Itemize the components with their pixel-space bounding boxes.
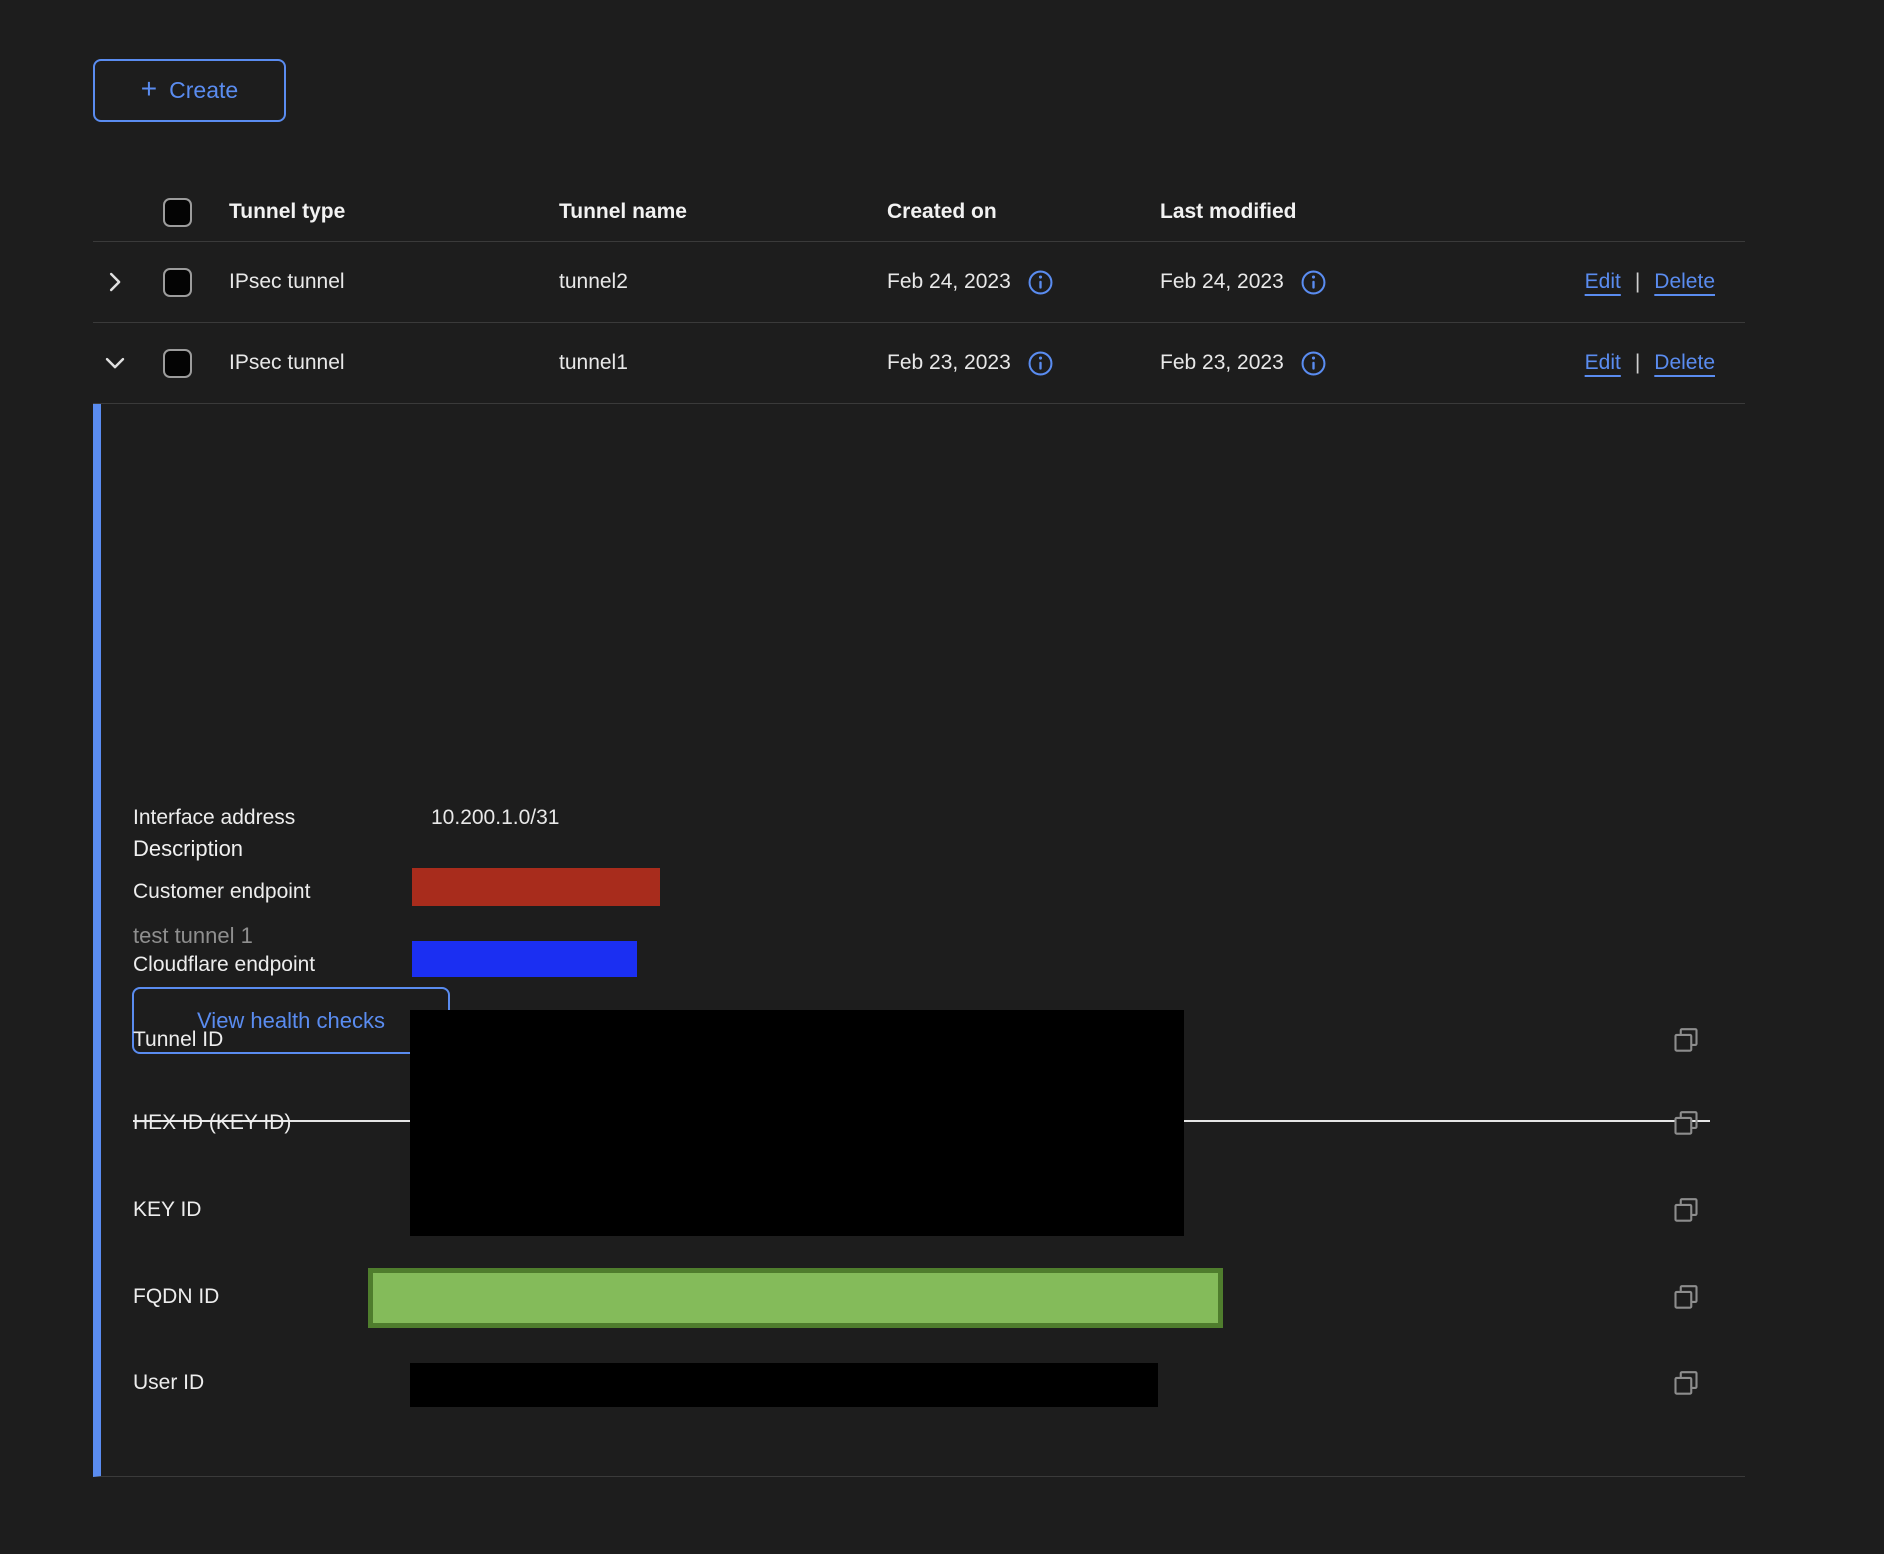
create-button[interactable]: + Create	[93, 59, 286, 122]
interface-address-label: Interface address	[133, 804, 295, 831]
info-icon[interactable]	[1028, 351, 1053, 376]
tunnel-id-label: Tunnel ID	[133, 1026, 223, 1053]
user-id-redacted-value	[410, 1363, 1158, 1407]
last-modified-date: Feb 23, 2023	[1160, 351, 1284, 375]
tunnel-detail-panel: Description test tunnel 1 View health ch…	[93, 404, 1745, 1477]
tunnel-name-cell: tunnel1	[559, 351, 887, 375]
cloudflare-endpoint-label: Cloudflare endpoint	[133, 951, 315, 978]
copy-icon	[1671, 1282, 1701, 1312]
info-icon[interactable]	[1028, 270, 1053, 295]
table-row-tunnel1: IPsec tunnel tunnel1 Feb 23, 2023 Feb 23…	[93, 323, 1745, 404]
edit-link[interactable]: Edit	[1585, 351, 1621, 375]
row-checkbox[interactable]	[163, 349, 192, 378]
header-checkbox-cell	[141, 198, 229, 227]
copy-icon	[1671, 1368, 1701, 1398]
create-button-label: Create	[169, 77, 238, 104]
copy-key-id-button[interactable]	[1669, 1193, 1703, 1227]
tunnel-name-cell: tunnel2	[559, 270, 887, 294]
copy-user-id-button[interactable]	[1669, 1366, 1703, 1400]
ipsec-tunnels-page: + Create Tunnel type Tunnel name Created…	[0, 0, 1884, 1554]
copy-icon	[1671, 1195, 1701, 1225]
hex-id-label: HEX ID (KEY ID)	[133, 1109, 291, 1136]
ids-redacted-value	[410, 1010, 1184, 1236]
info-icon[interactable]	[1301, 351, 1326, 376]
created-on-date: Feb 24, 2023	[887, 270, 1011, 294]
customer-endpoint-redacted-value	[412, 868, 660, 906]
tunnels-table: Tunnel type Tunnel name Created on Last …	[93, 183, 1745, 1477]
select-all-checkbox[interactable]	[163, 198, 192, 227]
copy-fqdn-id-button[interactable]	[1669, 1280, 1703, 1314]
user-id-label: User ID	[133, 1369, 204, 1396]
key-id-label: KEY ID	[133, 1196, 201, 1223]
header-tunnel-type: Tunnel type	[229, 200, 559, 224]
interface-address-value: 10.200.1.0/31	[431, 804, 559, 831]
tunnel-type-cell: IPsec tunnel	[229, 270, 559, 294]
created-on-date: Feb 23, 2023	[887, 351, 1011, 375]
delete-link[interactable]: Delete	[1654, 351, 1715, 375]
header-last-modified: Last modified	[1160, 200, 1460, 224]
copy-hex-id-button[interactable]	[1669, 1106, 1703, 1140]
fqdn-id-label: FQDN ID	[133, 1283, 219, 1310]
fqdn-id-redacted-value	[368, 1268, 1223, 1328]
table-row-tunnel2: IPsec tunnel tunnel2 Feb 24, 2023 Feb 24…	[93, 242, 1745, 323]
last-modified-date: Feb 24, 2023	[1160, 270, 1284, 294]
description-label: Description	[133, 836, 243, 862]
expand-row-button[interactable]	[101, 268, 129, 296]
collapse-row-button[interactable]	[101, 349, 129, 377]
copy-icon	[1671, 1108, 1701, 1138]
description-value: test tunnel 1	[133, 923, 253, 949]
copy-tunnel-id-button[interactable]	[1669, 1023, 1703, 1057]
last-modified-cell: Feb 24, 2023	[1160, 270, 1460, 295]
created-on-cell: Feb 24, 2023	[887, 270, 1160, 295]
row-checkbox[interactable]	[163, 268, 192, 297]
customer-endpoint-label: Customer endpoint	[133, 878, 310, 905]
link-separator: |	[1635, 351, 1640, 375]
header-created-on: Created on	[887, 200, 1160, 224]
edit-link[interactable]: Edit	[1585, 270, 1621, 294]
copy-icon	[1671, 1025, 1701, 1055]
tunnel-type-cell: IPsec tunnel	[229, 351, 559, 375]
cloudflare-endpoint-redacted-value	[412, 941, 637, 977]
chevron-down-icon	[104, 352, 126, 374]
link-separator: |	[1635, 270, 1640, 294]
created-on-cell: Feb 23, 2023	[887, 351, 1160, 376]
info-icon[interactable]	[1301, 270, 1326, 295]
header-tunnel-name: Tunnel name	[559, 200, 887, 224]
plus-icon: +	[141, 75, 157, 103]
chevron-right-icon	[104, 271, 126, 293]
table-header-row: Tunnel type Tunnel name Created on Last …	[93, 183, 1745, 242]
delete-link[interactable]: Delete	[1654, 270, 1715, 294]
last-modified-cell: Feb 23, 2023	[1160, 351, 1460, 376]
